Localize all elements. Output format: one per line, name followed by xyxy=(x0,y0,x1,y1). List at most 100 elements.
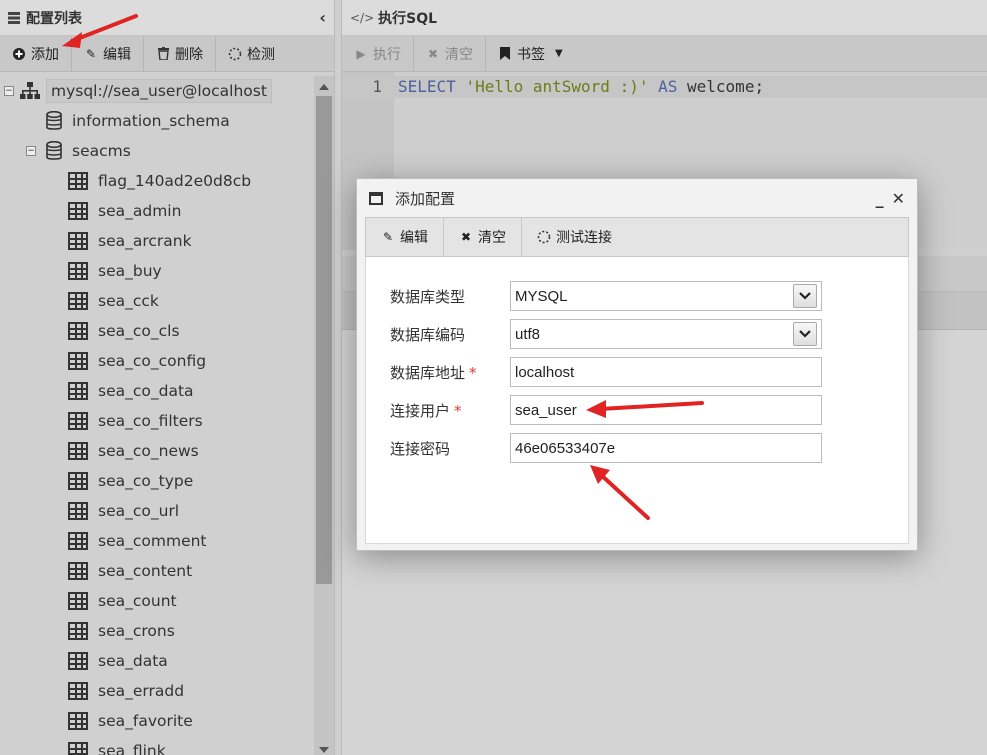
tree-table-label: sea_flink xyxy=(98,742,166,755)
tree-table-item[interactable]: sea_co_config xyxy=(0,346,314,376)
tree-db-item[interactable]: − seacms xyxy=(0,136,314,166)
tree-table-item[interactable]: sea_buy xyxy=(0,256,314,286)
table-icon xyxy=(68,532,88,550)
db-password-input[interactable]: 46e06533407e xyxy=(510,433,822,463)
clear-sql-button[interactable]: ✖ 清空 xyxy=(414,36,486,71)
dialog-edit-button[interactable]: ✎ 编辑 xyxy=(366,218,444,256)
collapse-toggle-icon[interactable]: − xyxy=(4,86,14,96)
db-encoding-label: 数据库编码 xyxy=(390,325,466,344)
db-host-value: localhost xyxy=(515,363,575,381)
table-list: flag_140ad2e0d8cb sea_admin sea_arcranksea… xyxy=(0,166,314,755)
minimize-icon[interactable]: _ xyxy=(876,189,884,208)
tree-table-item[interactable]: sea_co_data xyxy=(0,376,314,406)
dialog-clear-button[interactable]: ✖ 清空 xyxy=(444,218,522,256)
panel-splitter[interactable] xyxy=(334,0,342,755)
check-button[interactable]: 检测 xyxy=(216,36,287,71)
delete-button[interactable]: 删除 xyxy=(144,36,216,71)
edit-button[interactable]: ✎ 编辑 xyxy=(72,36,144,71)
chevron-down-icon[interactable] xyxy=(793,284,817,308)
collapse-toggle-icon[interactable]: − xyxy=(26,146,36,156)
db-password-row: 连接密码 46e06533407e xyxy=(390,433,822,463)
table-icon xyxy=(68,412,88,430)
tree-scrollbar[interactable] xyxy=(314,76,334,755)
tree-table-label: sea_arcrank xyxy=(98,232,192,250)
db-encoding-select[interactable]: utf8 xyxy=(510,319,822,349)
db-host-input[interactable]: localhost xyxy=(510,357,822,387)
dialog-edit-label: 编辑 xyxy=(400,230,428,246)
tree-table-label: sea_favorite xyxy=(98,712,193,730)
tree-table-label: sea_co_news xyxy=(98,442,199,460)
table-icon xyxy=(68,502,88,520)
db-user-input[interactable]: sea_user xyxy=(510,395,822,425)
tree-table-item[interactable]: sea_content xyxy=(0,556,314,586)
tree-table-item[interactable]: sea_co_news xyxy=(0,436,314,466)
tree-table-item[interactable]: sea_co_url xyxy=(0,496,314,526)
tree-db-label: information_schema xyxy=(72,112,230,130)
sql-header: </> 执行SQL xyxy=(342,0,987,36)
tree-table-item[interactable]: sea_favorite xyxy=(0,706,314,736)
tree-table-item[interactable]: sea_co_type xyxy=(0,466,314,496)
spinner-icon xyxy=(228,47,242,61)
code-string: 'Hello antSword :)' xyxy=(465,77,649,96)
add-button[interactable]: 添加 xyxy=(0,36,72,71)
add-label: 添加 xyxy=(31,46,59,63)
tree-table-item[interactable]: sea_erradd xyxy=(0,676,314,706)
tree-table-label: sea_co_config xyxy=(98,352,207,370)
tree-table-label: sea_crons xyxy=(98,622,175,640)
table-icon xyxy=(68,472,88,490)
tree-table-item[interactable]: sea_admin xyxy=(0,196,314,226)
scroll-thumb[interactable] xyxy=(316,96,332,584)
table-icon xyxy=(68,442,88,460)
scroll-up-icon[interactable] xyxy=(319,84,329,90)
tree-table-item[interactable]: sea_flink xyxy=(0,736,314,755)
edit-icon: ✎ xyxy=(382,230,394,244)
db-type-select[interactable]: MYSQL xyxy=(510,281,822,311)
spinner-icon xyxy=(537,230,551,244)
tree-table-label: sea_co_data xyxy=(98,382,194,400)
plus-circle-icon xyxy=(12,47,26,61)
tree-table-label: sea_cck xyxy=(98,292,159,310)
tree-table-label: sea_co_type xyxy=(98,472,194,490)
test-connection-button[interactable]: 测试连接 xyxy=(522,218,627,256)
database-tree: − mysql://sea_user@localhost information… xyxy=(0,76,314,755)
close-icon[interactable]: ✕ xyxy=(892,189,905,208)
tree-table-item[interactable]: sea_co_filters xyxy=(0,406,314,436)
tree-table-label: sea_comment xyxy=(98,532,207,550)
tree-table-item[interactable]: sea_cck xyxy=(0,286,314,316)
tree-table-item[interactable]: sea_co_cls xyxy=(0,316,314,346)
tree-table-label: sea_admin xyxy=(98,202,182,220)
required-star: * xyxy=(454,401,462,420)
tree-table-item[interactable]: sea_comment xyxy=(0,526,314,556)
chevron-down-icon[interactable] xyxy=(793,322,817,346)
table-icon xyxy=(68,652,88,670)
collapse-icon[interactable]: ‹ xyxy=(319,8,326,27)
run-button[interactable]: ▶ 执行 xyxy=(342,36,414,71)
tree-root-label: mysql://sea_user@localhost xyxy=(46,79,272,103)
close-icon: ✖ xyxy=(460,230,472,244)
tree-table-item[interactable]: sea_count xyxy=(0,586,314,616)
config-list-panel: 配置列表 ‹ 添加 ✎ 编辑 删除 检测 − mysql://sea_user@… xyxy=(0,0,334,755)
dialog-titlebar: 添加配置 _ ✕ xyxy=(357,179,917,217)
tree-table-item[interactable]: flag_140ad2e0d8cb xyxy=(0,166,314,196)
config-list-title: 配置列表 xyxy=(26,10,82,27)
scroll-down-icon[interactable] xyxy=(319,747,329,753)
db-password-value: 46e06533407e xyxy=(515,439,616,457)
tree-db-item[interactable]: information_schema xyxy=(0,106,314,136)
db-encoding-row: 数据库编码 utf8 xyxy=(390,319,822,349)
tree-db-label: seacms xyxy=(72,142,131,160)
tree-root-connection[interactable]: − mysql://sea_user@localhost xyxy=(0,76,314,106)
tree-table-item[interactable]: sea_crons xyxy=(0,616,314,646)
table-icon xyxy=(68,562,88,580)
dialog-toolbar: ✎ 编辑 ✖ 清空 测试连接 xyxy=(365,217,909,257)
tree-table-label: sea_co_filters xyxy=(98,412,203,430)
window-icon xyxy=(369,191,383,205)
table-icon xyxy=(68,682,88,700)
close-icon: ✖ xyxy=(427,46,439,61)
tree-table-item[interactable]: sea_arcrank xyxy=(0,226,314,256)
tree-table-item[interactable]: sea_data xyxy=(0,646,314,676)
table-icon xyxy=(68,382,88,400)
tree-table-label: sea_co_cls xyxy=(98,322,180,340)
table-icon xyxy=(68,202,88,220)
bookmark-button[interactable]: 书签 ▼ xyxy=(486,36,575,71)
tree-table-label: sea_erradd xyxy=(98,682,185,700)
